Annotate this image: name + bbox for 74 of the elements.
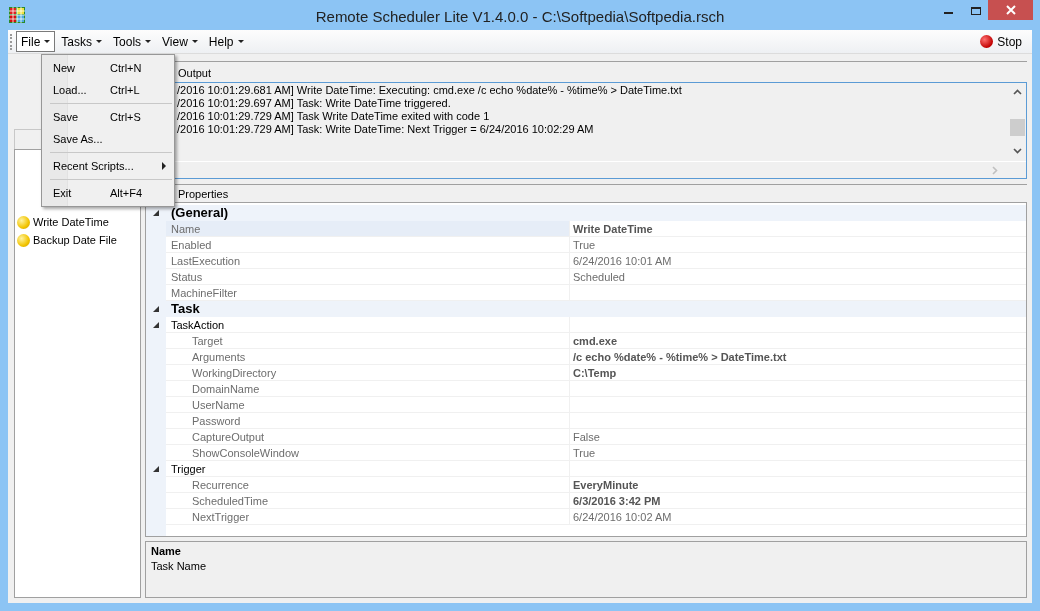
expanded-arrow-icon[interactable] <box>152 321 160 329</box>
property-name[interactable]: DomainName <box>166 381 570 397</box>
property-name[interactable]: MachineFilter <box>166 285 570 301</box>
log-line: /2016 10:01:29.729 AM] Task Write DateTime exited with code 1 <box>177 110 491 123</box>
category-label: Task <box>170 301 200 317</box>
maximize-icon[interactable] <box>971 7 981 15</box>
description-title: Name <box>151 544 182 559</box>
property-name[interactable]: LastExecution <box>166 253 570 269</box>
property-name[interactable]: CaptureOutput <box>166 429 570 445</box>
menu-item[interactable]: Help <box>203 31 249 52</box>
menu-entry[interactable]: New Ctrl+N <box>42 57 174 79</box>
app-icon <box>9 7 25 23</box>
scroll-down-icon[interactable] <box>1013 148 1022 154</box>
property-value[interactable]: 6/3/2016 3:42 PM <box>570 493 1026 509</box>
dropdown-arrow-icon <box>44 40 51 43</box>
log-line: /2016 10:01:29.697 AM] Task: Write DateTime triggered. <box>177 97 452 110</box>
menu-entry[interactable]: Save As... <box>42 128 174 150</box>
menu-entry[interactable]: Save Ctrl+S <box>42 106 174 128</box>
property-name[interactable]: Password <box>166 413 570 429</box>
log-line: /2016 10:01:29.681 AM] Write DateTime: Executing: cmd.exe /c echo %date% - %time% > DateTime.txt <box>177 84 683 97</box>
scroll-thumb[interactable] <box>1010 119 1025 136</box>
property-value[interactable]: False <box>570 429 1026 445</box>
property-value[interactable]: EveryMinute <box>570 477 1026 493</box>
scroll-up-icon[interactable] <box>1013 89 1022 95</box>
close-button[interactable] <box>988 0 1033 20</box>
property-name[interactable]: Target <box>166 333 570 349</box>
description-text: Task Name <box>151 559 208 574</box>
menu-entry[interactable]: Recent Scripts... <box>42 155 174 177</box>
property-value[interactable]: 6/24/2016 10:01 AM <box>570 253 1026 269</box>
menu-entry[interactable]: Exit Alt+F4 <box>42 182 174 204</box>
expanded-arrow-icon[interactable] <box>152 465 160 473</box>
category-label: (General) <box>170 205 229 221</box>
property-name[interactable]: Recurrence <box>166 477 570 493</box>
log-line: /2016 10:01:29.729 AM] Task: Write DateTime: Next Trigger = 6/24/2016 10:02:29 AM <box>177 123 595 136</box>
menu-item[interactable]: Tools <box>108 31 157 52</box>
property-name[interactable]: Enabled <box>166 237 570 253</box>
property-group-name[interactable]: TaskAction <box>166 317 570 333</box>
property-value[interactable]: Scheduled <box>570 269 1026 285</box>
property-value[interactable]: Write DateTime <box>570 221 1026 237</box>
panel-title: Properties <box>177 187 230 202</box>
dropdown-arrow-icon <box>191 40 198 43</box>
menu-item[interactable]: View <box>157 31 203 52</box>
dropdown-arrow-icon <box>96 40 103 43</box>
property-value[interactable]: /c echo %date% - %time% > DateTime.txt <box>570 349 1026 365</box>
property-name[interactable]: ScheduledTime <box>166 493 570 509</box>
dropdown-arrow-icon <box>145 40 152 43</box>
property-value[interactable]: cmd.exe <box>570 333 1026 349</box>
scroll-right-icon[interactable] <box>992 165 998 175</box>
property-value[interactable]: 6/24/2016 10:02 AM <box>570 509 1026 525</box>
property-name[interactable]: WorkingDirectory <box>166 365 570 381</box>
property-name[interactable]: ShowConsoleWindow <box>166 445 570 461</box>
menu-entry[interactable]: Load... Ctrl+L <box>42 79 174 101</box>
menu-item[interactable]: File <box>16 31 56 52</box>
property-name[interactable]: NextTrigger <box>166 509 570 525</box>
property-name[interactable]: UserName <box>166 397 570 413</box>
property-name[interactable]: Status <box>166 269 570 285</box>
task-item[interactable]: Backup Date File <box>33 231 117 249</box>
property-group-name[interactable]: Trigger <box>166 461 570 477</box>
dropdown-arrow-icon <box>237 40 244 43</box>
submenu-arrow-icon <box>162 162 166 170</box>
menu-item[interactable]: Tasks <box>56 31 108 52</box>
expanded-arrow-icon[interactable] <box>152 209 160 217</box>
property-value[interactable]: True <box>570 237 1026 253</box>
property-name[interactable]: Arguments <box>166 349 570 365</box>
record-icon <box>980 35 994 48</box>
window-title: Remote Scheduler Lite V1.4.0.0 - C:\Softpedia\Softpedia.rsch <box>314 7 726 27</box>
expanded-arrow-icon[interactable] <box>152 305 160 313</box>
close-icon <box>1005 5 1016 15</box>
property-name[interactable]: Name <box>166 221 570 237</box>
stop-button[interactable]: Stop <box>980 32 1022 51</box>
property-value[interactable]: True <box>570 445 1026 461</box>
task-item[interactable]: Write DateTime <box>33 213 109 231</box>
property-value[interactable]: C:\Temp <box>570 365 1026 381</box>
panel-title: Output <box>177 66 213 81</box>
